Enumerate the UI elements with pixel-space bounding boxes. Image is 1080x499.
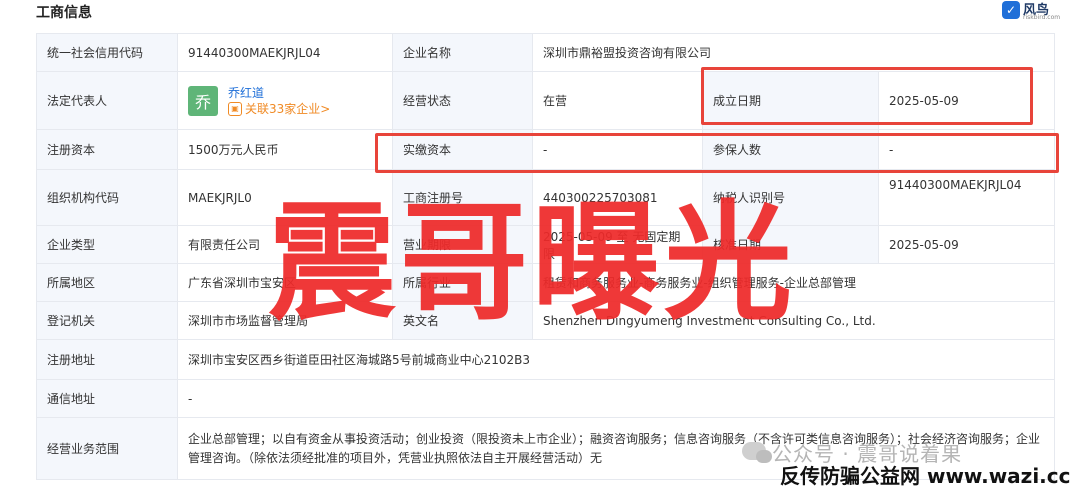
header-bar: 工商信息 ✓ 风鸟 riskbird.com (0, 0, 1080, 24)
label-org-code: 组织机构代码 (36, 169, 178, 226)
footer-site: 反传防骗公益网 www.wazi.cc (780, 464, 1071, 488)
company-icon: ▣ (228, 101, 242, 116)
brand-logo[interactable]: ✓ 风鸟 riskbird.com (1002, 0, 1061, 22)
wechat-icon (742, 442, 772, 463)
table-row: 法定代表人 乔 乔红道 ▣ 关联33家企业> 经营状态 在营 成立日期 2025… (36, 71, 1056, 130)
label-paid-capital: 实缴资本 (392, 129, 533, 170)
value-paid-capital: - (532, 129, 703, 170)
avatar[interactable]: 乔 (188, 85, 218, 116)
brand-domain: riskbird.com (1023, 14, 1061, 21)
section-title: 工商信息 (36, 5, 92, 21)
label-company-name: 企业名称 (392, 33, 533, 72)
value-status: 在营 (532, 71, 703, 130)
footer-watermark: 公众号 · 震哥说着果 反传防骗公益网 www.wazi.cc (742, 438, 1072, 494)
table-row: 注册地址 深圳市宝安区西乡街道臣田社区海城路5号前城商业中心2102B3 (36, 339, 1056, 380)
value-insured-count: - (877, 129, 1056, 170)
label-region: 所属地区 (36, 263, 178, 302)
value-registered-address: 深圳市宝安区西乡街道臣田社区海城路5号前城商业中心2102B3 (176, 339, 1056, 380)
table-row: 通信地址 - (36, 379, 1056, 418)
label-registered-address: 注册地址 (36, 339, 178, 380)
table-row: 统一社会信用代码 91440300MAEKJRJL04 企业名称 深圳市鼎裕盟投… (36, 33, 1056, 72)
table-row: 注册资本 1500万元人民币 实缴资本 - 参保人数 - (36, 129, 1056, 170)
label-business-scope: 经营业务范围 (36, 417, 178, 480)
related-companies-link[interactable]: ▣ 关联33家企业> (228, 101, 330, 117)
value-mail-address: - (176, 379, 1056, 418)
label-legal-rep: 法定代表人 (36, 71, 178, 130)
legal-rep-cell: 乔 乔红道 ▣ 关联33家企业> (177, 71, 393, 130)
value-credit-code: 91440300MAEKJRJL04 (177, 33, 393, 72)
label-status: 经营状态 (392, 71, 533, 130)
watermark-text: 震哥曝光 (268, 189, 797, 338)
label-authority: 登记机关 (36, 301, 178, 340)
label-credit-code: 统一社会信用代码 (36, 33, 178, 72)
label-company-type: 企业类型 (36, 225, 178, 264)
value-founded-date: 2025-05-09 (877, 71, 1056, 130)
label-registered-capital: 注册资本 (36, 129, 178, 170)
value-approval-date: 2025-05-09 (877, 225, 1056, 264)
legal-rep-link[interactable]: 乔红道 (228, 85, 330, 101)
value-registered-capital: 1500万元人民币 (177, 129, 393, 170)
shield-icon: ✓ (1002, 1, 1020, 19)
value-company-name: 深圳市鼎裕盟投资咨询有限公司 (531, 33, 1056, 72)
label-founded-date: 成立日期 (702, 71, 879, 130)
label-insured-count: 参保人数 (702, 129, 879, 170)
value-taxpayer-id: 91440300MAEKJRJL04 (877, 169, 1056, 226)
related-companies-label: 关联33家企业> (245, 101, 331, 116)
label-mail-address: 通信地址 (36, 379, 178, 418)
